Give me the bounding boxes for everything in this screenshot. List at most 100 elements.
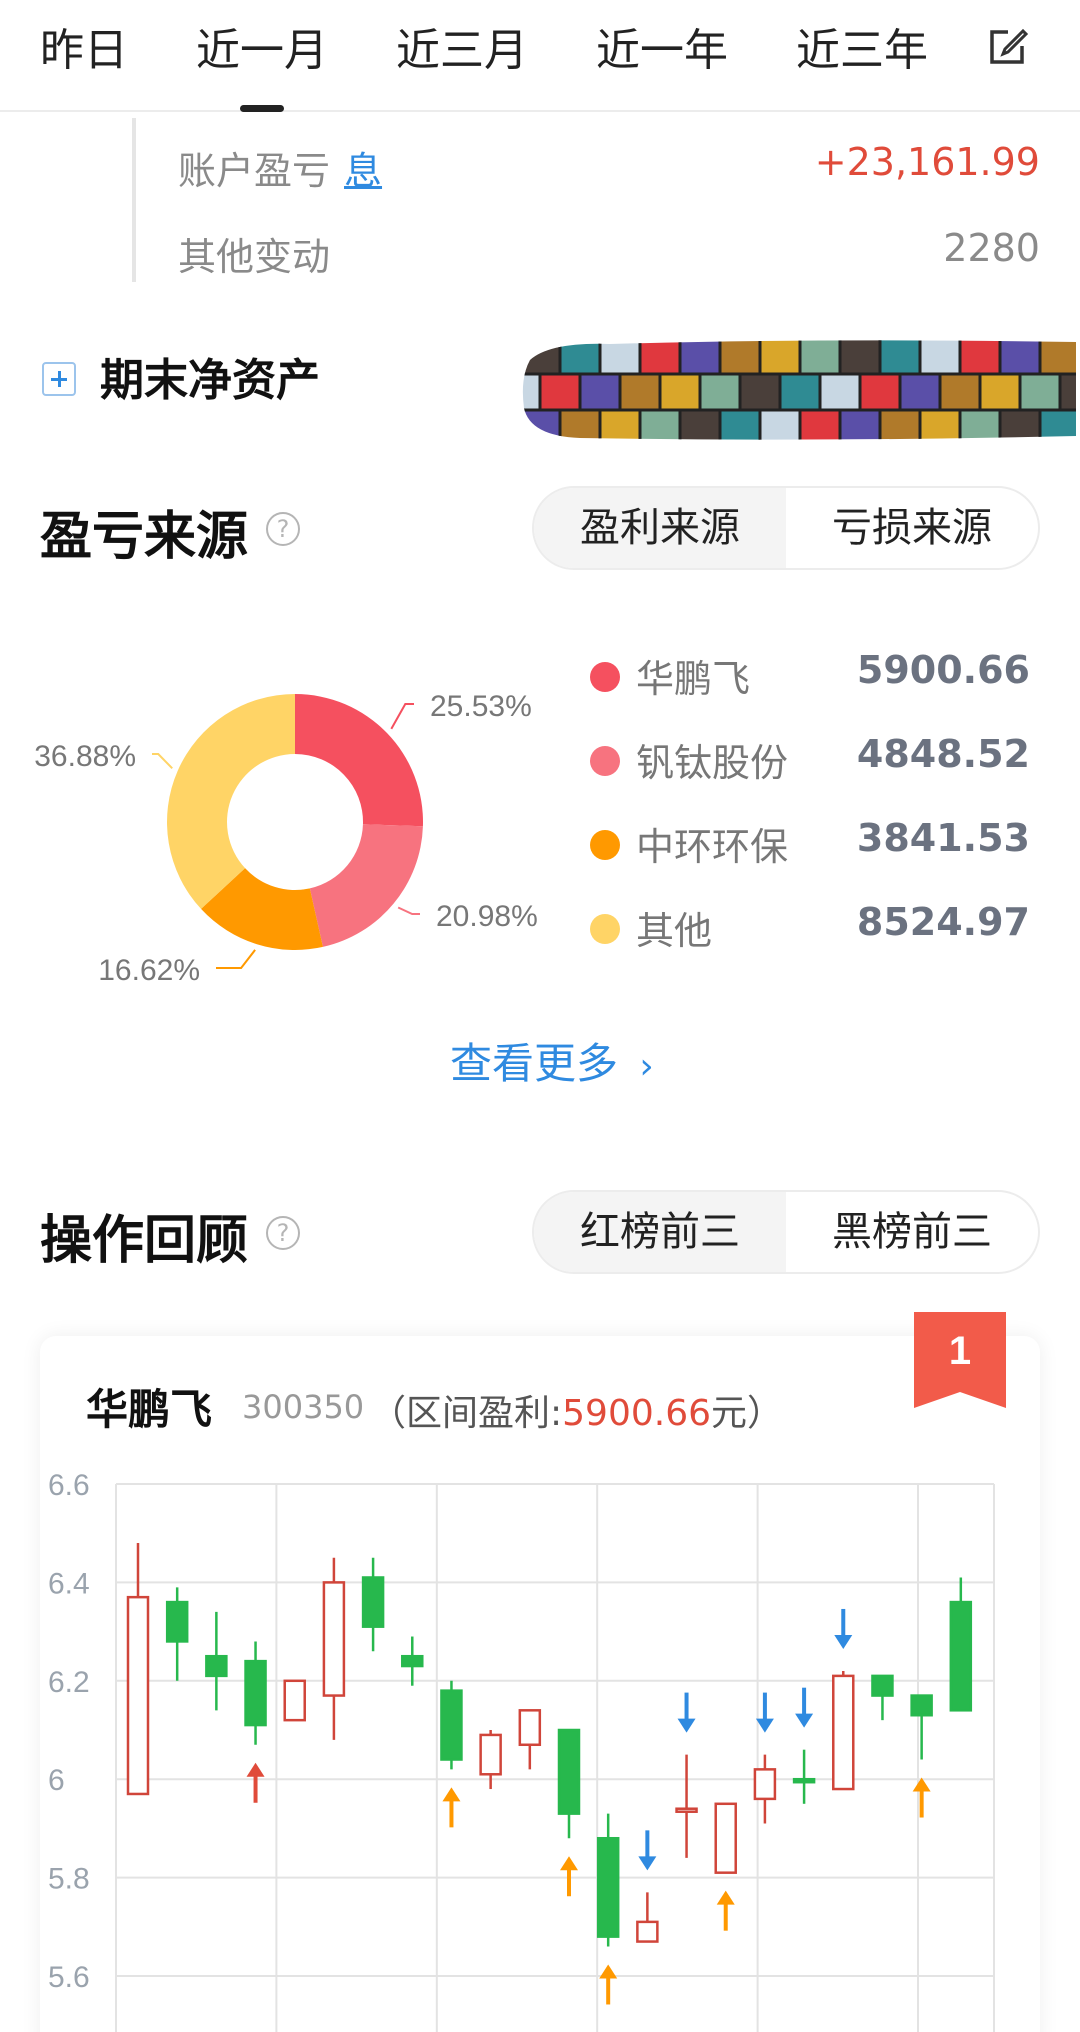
y-tick-label: 6.2 [48, 1666, 90, 1699]
legend-name: 其他 [636, 909, 713, 953]
sell-arrow [834, 1608, 853, 1649]
mosaic-tile [638, 340, 682, 376]
toggle-red-list[interactable]: 红榜前三 [534, 1192, 786, 1272]
tab-one-year[interactable]: 近一年 [596, 14, 728, 78]
buy-arrow [599, 1964, 618, 2005]
help-icon[interactable]: ? [266, 1216, 300, 1250]
legend-dot [590, 662, 620, 692]
period-tabs: 昨日 近一月 近三月 近一年 近三年 [0, 0, 1080, 112]
mosaic-tile [578, 372, 622, 412]
pl-source-toggle: 盈利来源 亏损来源 [532, 486, 1040, 570]
candle-body [205, 1654, 228, 1678]
mosaic-tile [838, 408, 882, 440]
rank-number: 1 [949, 1329, 971, 1373]
other-change-row: 其他变动 2280 [178, 226, 1040, 286]
review-toggle: 红榜前三 黑榜前三 [532, 1190, 1040, 1274]
legend-name: 中环环保 [636, 825, 789, 869]
mosaic-tile [958, 408, 1002, 440]
mosaic-tile [538, 372, 582, 412]
mosaic-tile [1058, 372, 1077, 412]
mosaic-tile [638, 408, 682, 440]
edit-icon[interactable] [988, 24, 1030, 66]
mosaic-tile [522, 340, 562, 376]
profit-suffix: 元） [711, 1393, 784, 1434]
donut-slice [167, 694, 295, 909]
toggle-black-list[interactable]: 黑榜前三 [786, 1192, 1038, 1272]
candle-body [283, 1679, 306, 1722]
profit-prefix: （区间盈利: [370, 1393, 563, 1434]
legend-item: 华鹏飞 5900.66 [590, 648, 1030, 708]
stock-name: 华鹏飞 [86, 1385, 213, 1434]
legend-dot [590, 830, 620, 860]
mosaic-tile [1038, 340, 1077, 376]
slice-percent-label: 36.88% [34, 740, 136, 773]
legend-dot [590, 914, 620, 944]
account-pl-label: 账户盈亏 [178, 149, 331, 193]
mosaic-tile [678, 340, 722, 376]
y-tick-label: 6.4 [48, 1567, 90, 1600]
help-icon[interactable]: ? [266, 512, 300, 546]
legend-value: 5900.66 [856, 648, 1030, 692]
toggle-loss-source[interactable]: 亏损来源 [786, 488, 1038, 568]
mosaic-tile [658, 372, 702, 412]
legend-value: 3841.53 [856, 816, 1030, 860]
pl-source-donut-chart: 25.53% 20.98% 16.62% 36.88% [34, 690, 538, 987]
sell-arrow [677, 1692, 696, 1733]
candle-body [832, 1674, 855, 1791]
chevron-right-icon: › [639, 1046, 654, 1087]
mosaic-tile [1018, 372, 1062, 412]
toggle-profit-source[interactable]: 盈利来源 [534, 488, 786, 568]
account-pl-value: +23,161.99 [814, 140, 1040, 184]
legend-name: 华鹏飞 [636, 657, 751, 701]
candle-body [322, 1581, 346, 1697]
candle-body [949, 1600, 973, 1712]
mosaic-tile [818, 372, 862, 412]
legend-dot [590, 746, 620, 776]
mosaic-tile [522, 408, 562, 440]
candle-body [479, 1733, 502, 1776]
expand-plus-icon[interactable] [42, 362, 76, 396]
mosaic-tile [618, 372, 662, 412]
pl-source-title: 盈亏来源 [40, 507, 249, 567]
stock-interval-profit: （区间盈利:5900.66元） [370, 1384, 783, 1436]
mosaic-tile [678, 408, 722, 440]
tab-yesterday[interactable]: 昨日 [40, 14, 128, 78]
mosaic-tile [938, 372, 982, 412]
legend-value: 4848.52 [856, 732, 1030, 776]
candle-body [518, 1709, 542, 1747]
tab-three-months[interactable]: 近三月 [396, 14, 528, 78]
slice-percent-label: 20.98% [436, 900, 538, 933]
mosaic-tile [878, 340, 922, 376]
candle-body [636, 1920, 659, 1943]
legend-item: 钒钛股份 4848.52 [590, 732, 1030, 792]
mosaic-tile [958, 340, 1002, 376]
mosaic-tile [918, 340, 962, 376]
buy-arrow [560, 1856, 578, 1897]
buy-arrow [246, 1762, 265, 1803]
account-pl-info-link[interactable]: 息 [344, 149, 382, 193]
mosaic-tile [558, 408, 602, 440]
candle-body [440, 1689, 463, 1761]
candle-body [244, 1659, 267, 1727]
slice-percent-label: 16.62% [98, 954, 200, 987]
other-change-label: 其他变动 [178, 235, 331, 279]
mosaic-tile [718, 340, 762, 376]
candle-body [126, 1595, 150, 1796]
mosaic-tile [858, 372, 902, 412]
mosaic-tile [918, 408, 962, 440]
mosaic-tile [778, 372, 822, 412]
mosaic-tile [698, 372, 742, 412]
mosaic-tile [798, 408, 842, 440]
tab-one-month[interactable]: 近一月 [196, 14, 328, 78]
slice-leader-line [390, 703, 414, 730]
mosaic-tile [898, 372, 942, 412]
candle-body [557, 1728, 581, 1815]
tab-three-years[interactable]: 近三年 [796, 14, 928, 78]
candle-body [165, 1600, 189, 1643]
donut-slice [295, 694, 423, 827]
y-tick-label: 6.6 [48, 1469, 90, 1502]
review-title: 操作回顾 [40, 1211, 249, 1271]
mosaic-tile [598, 408, 642, 440]
candle-body [596, 1836, 620, 1938]
view-more-link[interactable]: 查看更多 › [450, 1030, 654, 1091]
